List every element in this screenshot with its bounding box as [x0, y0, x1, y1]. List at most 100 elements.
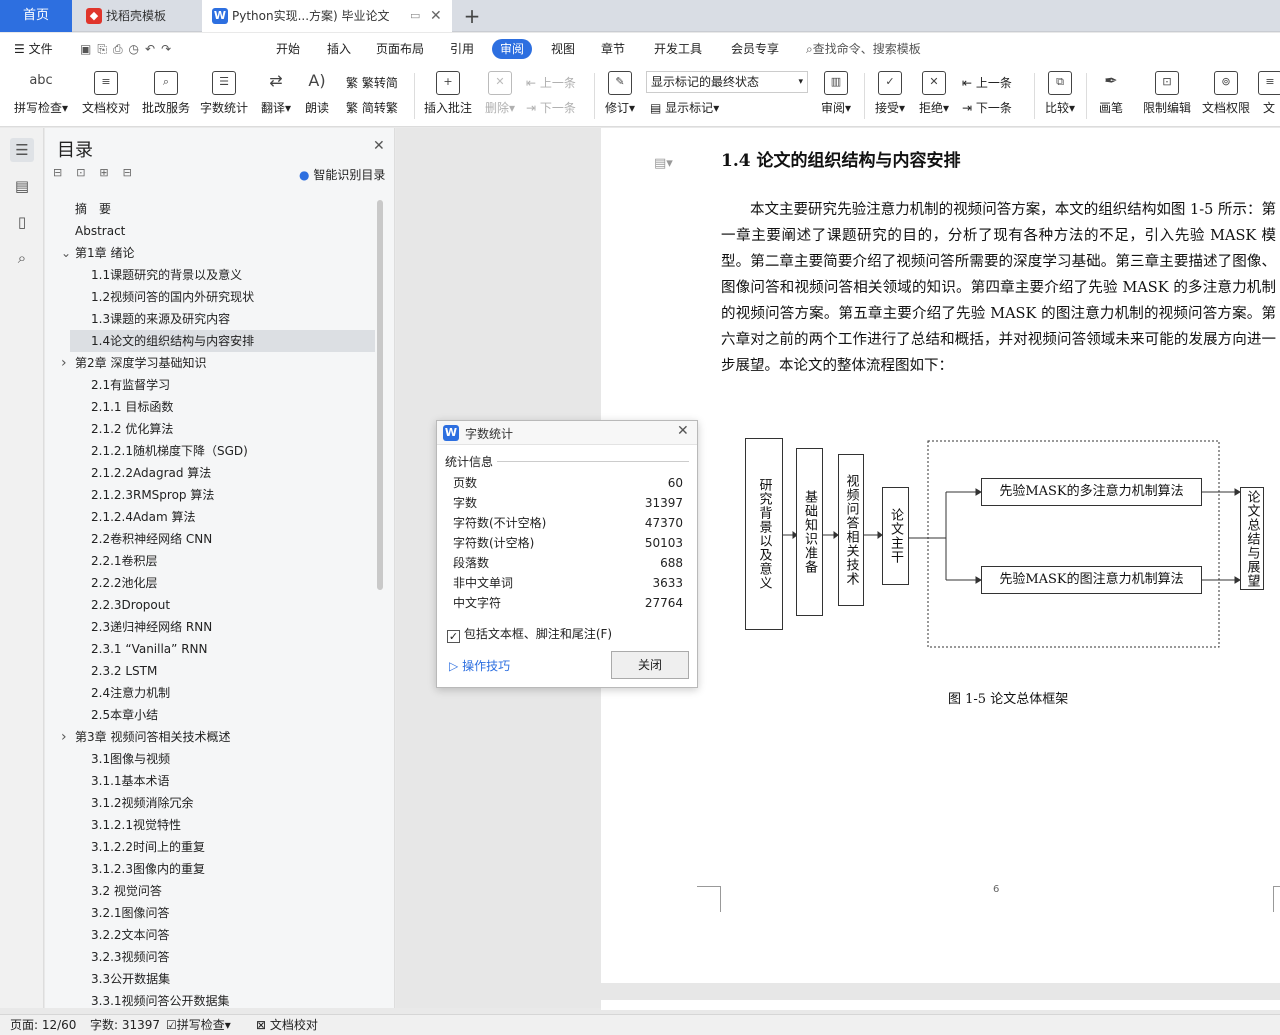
toc-item[interactable]: 2.4注意力机制: [91, 682, 170, 704]
toc-item[interactable]: 3.3公开数据集: [91, 968, 170, 990]
toc-item[interactable]: 3.1.2.2时间上的重复: [91, 836, 205, 858]
file-menu[interactable]: ☰ 文件: [14, 39, 53, 59]
command-search[interactable]: ⌕查找命令、搜索模板: [806, 39, 921, 59]
toc-item[interactable]: 2.1.1 目标函数: [91, 396, 173, 418]
menu-insert[interactable]: 插入: [327, 39, 351, 59]
search-icon[interactable]: ⌕: [10, 246, 34, 270]
toc-item[interactable]: 2.3递归神经网络 RNN: [91, 616, 212, 638]
toc-scrollbar[interactable]: [377, 200, 383, 590]
doc-proof-status[interactable]: ⊠ 文档校对: [256, 1017, 318, 1034]
toc-item[interactable]: 1.1课题研究的背景以及意义: [91, 264, 242, 286]
toc-item[interactable]: 第2章 深度学习基础知识: [75, 352, 206, 374]
word-count-button[interactable]: ☰ 字数统计: [198, 69, 250, 125]
tab-template[interactable]: ◆ 找稻壳模板: [78, 0, 200, 32]
toc-item[interactable]: Abstract: [75, 220, 125, 242]
simp-convert-button[interactable]: 繁 简转繁: [346, 98, 398, 118]
bookmark-icon[interactable]: ▯: [10, 210, 34, 234]
menu-view[interactable]: 视图: [551, 39, 575, 59]
menu-review[interactable]: 审阅: [492, 39, 533, 59]
pin-icon[interactable]: ▭: [410, 0, 420, 32]
chevron-down-icon[interactable]: ⌄: [61, 247, 71, 259]
toc-item[interactable]: 3.2 视觉问答: [91, 880, 162, 902]
menu-layout[interactable]: 页面布局: [376, 39, 424, 59]
toc-item[interactable]: 摘 要: [75, 198, 111, 220]
prev-comment-button[interactable]: ⇤ 上一条: [526, 73, 576, 93]
pen-button[interactable]: ✒ 画笔: [1094, 69, 1128, 125]
word-count-status[interactable]: 字数: 31397: [90, 1017, 160, 1034]
doc-permission-button[interactable]: ⊚ 文档权限: [1200, 69, 1252, 125]
toc-item[interactable]: 2.2.1卷积层: [91, 550, 158, 572]
toc-item[interactable]: 2.1.2.3RMSprop 算法: [91, 484, 214, 506]
toc-icon[interactable]: ☰: [10, 138, 34, 162]
toc-item[interactable]: 3.1.2.3图像内的重复: [91, 858, 205, 880]
tab-document[interactable]: W Python实现...方案) 毕业论文 ▭ ✕: [202, 0, 452, 32]
toc-item[interactable]: 3.2.3视频问答: [91, 946, 170, 968]
trad-convert-button[interactable]: 繁 繁转简: [346, 73, 398, 93]
toc-item[interactable]: 2.1.2 优化算法: [91, 418, 173, 440]
toc-item[interactable]: 3.2.1图像问答: [91, 902, 170, 924]
more-ribbon-button[interactable]: ≡ 文: [1258, 69, 1280, 125]
review-pane-button[interactable]: ▥ 审阅▾: [816, 69, 856, 125]
read-aloud-button[interactable]: A) 朗读: [300, 69, 334, 125]
toc-item[interactable]: 2.3.1 “Vanilla” RNN: [91, 638, 207, 660]
reject-button[interactable]: ✕ 拒绝▾: [914, 69, 954, 125]
toc-item[interactable]: 第1章 绪论: [75, 242, 134, 264]
quick-access-icons[interactable]: ▣⎘⎙◷↶↷: [80, 39, 177, 59]
next-comment-button[interactable]: ⇥ 下一条: [526, 98, 576, 118]
new-tab-icon[interactable]: +: [462, 0, 482, 32]
delete-comment-button[interactable]: ✕ 删除▾: [480, 69, 520, 125]
restrict-edit-button[interactable]: ⊡ 限制编辑: [1140, 69, 1194, 125]
close-panel-icon[interactable]: ✕: [373, 138, 385, 154]
toc-item[interactable]: 3.1.2视频消除冗余: [91, 792, 194, 814]
doc-proof-button[interactable]: ≡ 文档校对: [80, 69, 132, 125]
translate-button[interactable]: ⇄ 翻译▾: [256, 69, 296, 125]
toc-item[interactable]: 3.2.2文本问答: [91, 924, 170, 946]
tips-link[interactable]: ▷ 操作技巧: [449, 657, 510, 674]
toc-item[interactable]: 2.5本章小结: [91, 704, 158, 726]
spell-check-status[interactable]: ☑拼写检查▾: [166, 1017, 231, 1034]
insert-comment-button[interactable]: + 插入批注: [422, 69, 474, 125]
chevron-right-icon[interactable]: ›: [61, 730, 71, 744]
spell-check-button[interactable]: abc 拼写检查▾: [10, 69, 72, 125]
toc-item[interactable]: 3.1图像与视频: [91, 748, 170, 770]
dialog-close-icon[interactable]: ✕: [677, 423, 689, 439]
toc-item[interactable]: 3.1.1基本术语: [91, 770, 170, 792]
toc-item[interactable]: 1.2视频问答的国内外研究现状: [91, 286, 254, 308]
batch-service-button[interactable]: ⌕ 批改服务: [140, 69, 192, 125]
toc-item[interactable]: 2.2.2池化层: [91, 572, 158, 594]
menu-start[interactable]: 开始: [276, 39, 300, 59]
show-markup-button[interactable]: ▤ 显示标记▾: [650, 98, 719, 118]
toc-level-controls[interactable]: ⊟⊡⊞⊟: [53, 166, 146, 179]
toc-item[interactable]: 2.2.3Dropout: [91, 594, 170, 616]
menu-member[interactable]: 会员专享: [731, 39, 779, 59]
page-menu-icon[interactable]: ▤▾: [654, 156, 673, 171]
outline-icon[interactable]: ▤: [10, 174, 34, 198]
toc-item[interactable]: 2.1.2.1随机梯度下降（SGD): [91, 440, 248, 462]
toc-item[interactable]: 2.1有监督学习: [91, 374, 170, 396]
toc-item[interactable]: 3.1.2.1视觉特性: [91, 814, 181, 836]
page-indicator[interactable]: 页面: 12/60: [10, 1017, 76, 1034]
menu-chapter[interactable]: 章节: [601, 39, 625, 59]
toc-item[interactable]: 1.4论文的组织结构与内容安排: [70, 330, 375, 352]
close-tab-icon[interactable]: ✕: [430, 0, 442, 32]
toc-item[interactable]: 2.2卷积神经网络 CNN: [91, 528, 212, 550]
compare-button[interactable]: ⧉ 比较▾: [1040, 69, 1080, 125]
accept-button[interactable]: ✓ 接受▾: [870, 69, 910, 125]
toc-item[interactable]: 2.3.2 LSTM: [91, 660, 157, 682]
menu-reference[interactable]: 引用: [450, 39, 474, 59]
include-textbox-checkbox[interactable]: ✓ 包括文本框、脚注和尾注(F): [447, 625, 612, 643]
toc-item[interactable]: 2.1.2.4Adam 算法: [91, 506, 195, 528]
revise-button[interactable]: ✎ 修订▾: [600, 69, 640, 125]
smart-toc-button[interactable]: ● 智能识别目录: [299, 166, 385, 183]
toc-item[interactable]: 第3章 视频问答相关技术概述: [75, 726, 230, 748]
next-change-button[interactable]: ⇥ 下一条: [962, 98, 1012, 118]
dialog-titlebar[interactable]: W 字数统计 ✕: [437, 421, 697, 445]
close-button[interactable]: 关闭: [611, 651, 689, 679]
toc-item[interactable]: 1.3课题的来源及研究内容: [91, 308, 230, 330]
markup-state-select[interactable]: 显示标记的最终状态 ▾: [646, 71, 808, 93]
toc-item[interactable]: 3.3.1视频问答公开数据集: [91, 990, 230, 1012]
chevron-right-icon[interactable]: ›: [61, 356, 71, 370]
tab-home[interactable]: 首页: [0, 0, 72, 32]
toc-item[interactable]: 2.1.2.2Adagrad 算法: [91, 462, 211, 484]
menu-devtools[interactable]: 开发工具: [654, 39, 702, 59]
